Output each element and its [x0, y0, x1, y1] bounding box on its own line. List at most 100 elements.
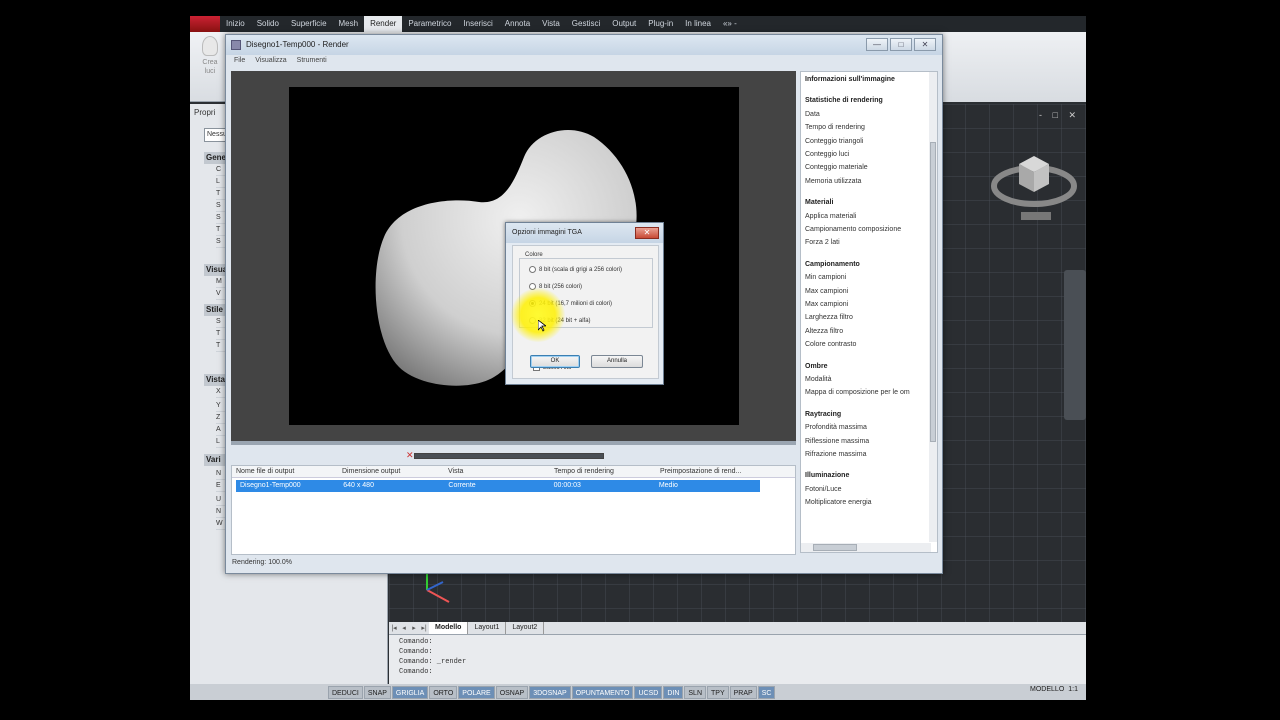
- column-header[interactable]: Dimensione output: [338, 466, 444, 477]
- info-item[interactable]: Memoria utilizzata: [805, 178, 861, 185]
- status-toggle-osnap[interactable]: OSNAP: [495, 685, 529, 699]
- info-item[interactable]: Larghezza filtro: [805, 314, 853, 321]
- progress-fill: [415, 454, 603, 458]
- status-toggle-3dosnap[interactable]: 3DOSNAP: [529, 685, 571, 699]
- info-item[interactable]: Profondità massima: [805, 424, 867, 431]
- tab-5[interactable]: Parametrico: [402, 16, 457, 32]
- close-icon[interactable]: ✕: [635, 227, 659, 239]
- color-option-1[interactable]: 8 bit (256 colori): [529, 283, 582, 290]
- tab-3[interactable]: Mesh: [333, 16, 365, 32]
- ribbon-tab-bar: Inizio Solido Superficie Mesh Render Parametr…: [190, 16, 1086, 32]
- tab-4[interactable]: Render: [364, 16, 403, 32]
- tab-2[interactable]: Superficie: [285, 16, 333, 32]
- render-splitter[interactable]: [231, 441, 796, 445]
- tab-9[interactable]: Gestisci: [566, 16, 606, 32]
- status-toggle-prap[interactable]: PRAP: [729, 685, 757, 699]
- scroll-thumb[interactable]: [813, 544, 857, 551]
- status-toggle-opuntamento[interactable]: OPUNTAMENTO: [571, 685, 634, 699]
- cancel-render-icon[interactable]: ✕: [406, 450, 414, 461]
- close-button[interactable]: ✕: [914, 38, 936, 51]
- info-item[interactable]: Min campioni: [805, 274, 846, 281]
- tab-1[interactable]: Solido: [251, 16, 285, 32]
- info-item[interactable]: Riflessione massima: [805, 438, 869, 445]
- menu-item[interactable]: Visualizza: [255, 57, 286, 69]
- tab-10[interactable]: Output: [606, 16, 642, 32]
- navigation-bar[interactable]: [1064, 270, 1086, 420]
- column-header[interactable]: Preimpostazione di rend...: [656, 466, 762, 477]
- ok-button[interactable]: OK: [530, 355, 580, 368]
- info-item[interactable]: Max campioni: [805, 288, 848, 295]
- tab-0[interactable]: Inizio: [220, 16, 251, 32]
- info-item[interactable]: Data: [805, 111, 820, 118]
- info-item[interactable]: Tempo di rendering: [805, 124, 865, 131]
- status-toggle-tpy[interactable]: TPY: [707, 685, 729, 699]
- info-horizontal-scrollbar[interactable]: [801, 543, 931, 552]
- layout-tab-1[interactable]: Layout1: [468, 622, 507, 634]
- status-toggle-snap[interactable]: SNAP: [363, 685, 391, 699]
- column-header[interactable]: Nome file di output: [232, 466, 338, 477]
- application-menu-button[interactable]: [190, 16, 220, 32]
- render-progress: ✕: [406, 450, 606, 461]
- status-toggle-ucsd[interactable]: UCSD: [634, 685, 663, 699]
- create-lights-label-2: luci: [204, 68, 216, 75]
- light-bulb-icon: [202, 36, 218, 56]
- info-item[interactable]: Altezza filtro: [805, 328, 843, 335]
- info-item[interactable]: Fotoni/Luce: [805, 486, 842, 493]
- info-item[interactable]: Conteggio luci: [805, 151, 849, 158]
- tab-7[interactable]: Annota: [499, 16, 536, 32]
- info-item[interactable]: Moltiplicatore energia: [805, 499, 872, 506]
- radio-button[interactable]: [529, 300, 536, 307]
- color-option-0[interactable]: 8 bit (scala di grigi a 256 colori): [529, 266, 622, 273]
- last-tab-arrow-icon[interactable]: ▸|: [419, 624, 429, 632]
- status-toggle-griglia[interactable]: GRIGLIA: [391, 685, 429, 699]
- status-toggle-polare[interactable]: POLARE: [458, 685, 495, 699]
- info-item[interactable]: Conteggio triangoli: [805, 138, 863, 145]
- menu-item[interactable]: File: [234, 57, 245, 69]
- info-item[interactable]: Applica materiali: [805, 213, 856, 220]
- next-tab-arrow-icon[interactable]: ▸: [409, 624, 419, 632]
- minimize-button[interactable]: —: [866, 38, 888, 51]
- tab-11[interactable]: Plug-in: [642, 16, 679, 32]
- command-line[interactable]: Comando: Comando: Comando: _render Comando:: [389, 634, 1086, 684]
- info-item[interactable]: Colore contrasto: [805, 341, 856, 348]
- annotation-scale[interactable]: 1:1: [1068, 686, 1078, 693]
- tab-8[interactable]: Vista: [536, 16, 566, 32]
- column-header[interactable]: Vista: [444, 466, 550, 477]
- status-toggle-sln[interactable]: SLN: [684, 685, 707, 699]
- radio-button[interactable]: [529, 283, 536, 290]
- first-tab-arrow-icon[interactable]: |◂: [389, 624, 399, 632]
- status-toggle-orto[interactable]: ORTO: [429, 685, 458, 699]
- viewport-window-controls[interactable]: - □ ✕: [1039, 110, 1080, 121]
- info-item[interactable]: Rifrazione massima: [805, 451, 866, 458]
- model-space-label[interactable]: MODELLO: [1030, 686, 1064, 693]
- status-toggle-deduci[interactable]: DEDUCI: [328, 685, 363, 699]
- info-item[interactable]: Forza 2 lati: [805, 239, 840, 246]
- color-option-2[interactable]: 24 bit (16,7 milioni di colori): [529, 300, 612, 307]
- create-lights-button[interactable]: Crea luci: [198, 36, 222, 76]
- render-window-menu: File Visualizza Strumenti: [230, 57, 327, 69]
- radio-button[interactable]: [529, 266, 536, 273]
- viewcube-icon[interactable]: [989, 134, 1079, 224]
- info-section-heading: Statistiche di rendering: [805, 97, 883, 105]
- prev-tab-arrow-icon[interactable]: ◂: [399, 624, 409, 632]
- tab-6[interactable]: Inserisci: [457, 16, 498, 32]
- info-vertical-scrollbar[interactable]: [929, 72, 937, 542]
- tab-13[interactable]: «» -: [717, 16, 743, 32]
- tab-12[interactable]: In linea: [679, 16, 717, 32]
- column-header[interactable]: Tempo di rendering: [550, 466, 656, 477]
- menu-item[interactable]: Strumenti: [297, 57, 327, 69]
- table-row[interactable]: Disegno1-Temp000 640 x 480 Corrente 00:00:0…: [236, 480, 760, 492]
- status-toggle-sc[interactable]: SC: [757, 685, 776, 699]
- info-item[interactable]: Conteggio materiale: [805, 164, 868, 171]
- layout-tab-2[interactable]: Layout2: [506, 622, 545, 634]
- info-item[interactable]: Max campioni: [805, 301, 848, 308]
- cancel-button[interactable]: Annulla: [591, 355, 643, 368]
- maximize-button[interactable]: □: [890, 38, 912, 51]
- info-item[interactable]: Campionamento composizione: [805, 226, 901, 233]
- status-toggle-din[interactable]: DIN: [663, 685, 684, 699]
- info-item[interactable]: Modalità: [805, 376, 831, 383]
- scroll-thumb[interactable]: [930, 142, 936, 442]
- layout-tab-0[interactable]: Modello: [429, 622, 469, 634]
- info-item[interactable]: Mappa di composizione per le om: [805, 389, 910, 396]
- radio-button[interactable]: [529, 317, 536, 324]
